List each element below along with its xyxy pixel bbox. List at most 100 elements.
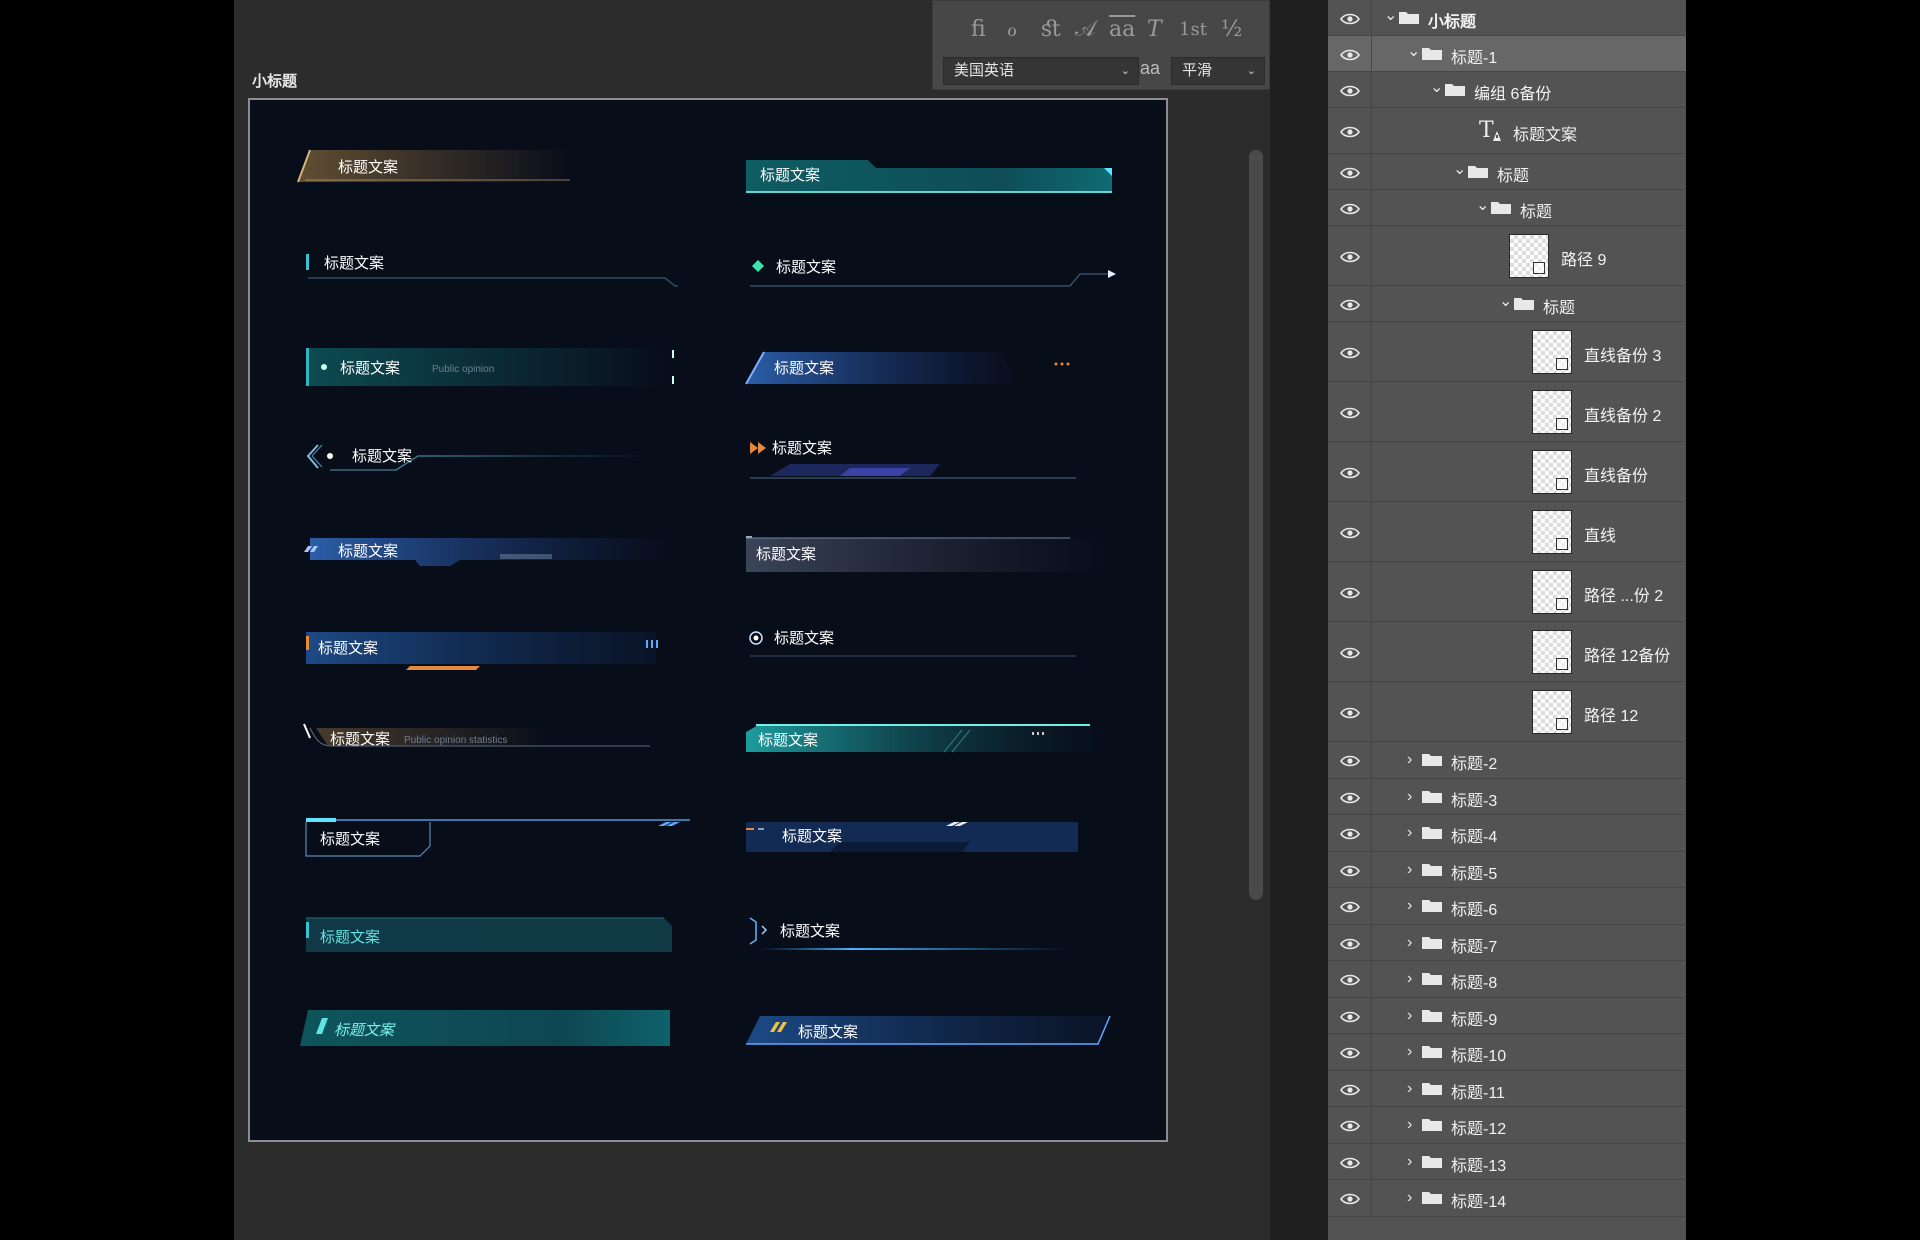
layer-name: 直线备份 [1584, 468, 1649, 485]
eye-icon[interactable] [1340, 900, 1360, 913]
layer-row[interactable]: › 标题-10 [1328, 1034, 1686, 1071]
layer-row[interactable]: 直线备份 3 [1328, 322, 1686, 382]
chevron-down-icon: ⌄ [1246, 65, 1256, 77]
layer-row[interactable]: › 标题-8 [1328, 961, 1686, 998]
discretionary-ligature-button[interactable]: ﬆ [1041, 17, 1062, 42]
layer-row[interactable]: ⌄ 标题 [1328, 190, 1686, 226]
layer-row[interactable]: › 标题-14 [1328, 1180, 1686, 1217]
eye-icon[interactable] [1340, 250, 1360, 263]
chevron-down-icon[interactable]: ⌄ [1430, 77, 1443, 97]
eye-icon[interactable] [1340, 202, 1360, 215]
eye-icon[interactable] [1340, 586, 1360, 599]
eye-icon[interactable] [1340, 1046, 1360, 1059]
layer-row[interactable]: 直线备份 [1328, 442, 1686, 502]
title-text: 标题文案 [320, 928, 380, 946]
layer-name: 标题-1 [1451, 50, 1498, 67]
chevron-right-icon[interactable]: › [1407, 751, 1412, 769]
eye-icon[interactable] [1340, 12, 1360, 25]
layer-row[interactable]: ⌄ 小标题 [1328, 0, 1686, 36]
eye-icon[interactable] [1340, 84, 1360, 97]
old-style-button[interactable]: ℴ [1007, 17, 1017, 42]
layer-row[interactable]: › 标题-11 [1328, 1070, 1686, 1107]
layer-row[interactable]: › 标题-5 [1328, 851, 1686, 888]
eye-icon[interactable] [1340, 1083, 1360, 1096]
eye-icon[interactable] [1340, 706, 1360, 719]
chevron-right-icon[interactable]: › [1407, 1007, 1412, 1025]
layer-row[interactable]: ⌄ 标题-1 [1328, 36, 1686, 72]
chevron-right-icon[interactable]: › [1407, 1043, 1412, 1061]
layer-row[interactable]: › 标题-13 [1328, 1143, 1686, 1180]
layer-row[interactable]: 路径 12备份 [1328, 622, 1686, 682]
eye-icon[interactable] [1340, 646, 1360, 659]
eye-icon[interactable] [1340, 526, 1360, 539]
title-style-18: 标题文案 [749, 917, 1070, 950]
layer-row[interactable]: 直线 [1328, 502, 1686, 562]
eye-icon[interactable] [1340, 791, 1360, 804]
layer-row[interactable]: 路径 12 [1328, 682, 1686, 742]
chevron-down-icon[interactable]: ⌄ [1384, 5, 1397, 25]
layer-row[interactable]: T 标题文案 [1328, 108, 1686, 154]
fractions-button[interactable]: ½ [1221, 17, 1242, 42]
antialias-dropdown[interactable]: 平滑 ⌄ [1171, 57, 1265, 85]
eye-icon[interactable] [1340, 1010, 1360, 1023]
layer-row[interactable]: ⌄ 标题 [1328, 154, 1686, 190]
layer-row[interactable]: ⌄ 标题 [1328, 286, 1686, 322]
layer-row[interactable]: › 标题-6 [1328, 888, 1686, 925]
eye-icon[interactable] [1340, 754, 1360, 767]
scrollbar-thumb[interactable] [1249, 150, 1263, 900]
folder-icon [1490, 200, 1512, 215]
titling-alternates-button[interactable]: T [1147, 17, 1162, 42]
title-style-1: 标题文案 [297, 149, 570, 183]
chevron-down-icon[interactable]: ⌄ [1453, 159, 1466, 179]
eye-icon[interactable] [1340, 973, 1360, 986]
eye-icon[interactable] [1340, 1156, 1360, 1169]
chevron-right-icon[interactable]: › [1407, 861, 1412, 879]
artboard[interactable]: 标题文案 标题文案 标题文案 标题文案 标题文案 Public opinion [248, 98, 1168, 1142]
chevron-down-icon[interactable]: ⌄ [1476, 195, 1489, 215]
layer-row[interactable]: ⌄ 编组 6备份 [1328, 72, 1686, 108]
layers-panel[interactable]: ⌄ 小标题 ⌄ 标题-1 ⌄ 编组 6备份 T 标题文案 ⌄ 标题 ⌄ 标题 路径 9 ⌄ 标题 直线备份 3… [1328, 0, 1686, 1240]
eye-icon[interactable] [1340, 346, 1360, 359]
chevron-right-icon[interactable]: › [1407, 1116, 1412, 1134]
layer-row[interactable]: 路径 9 [1328, 226, 1686, 286]
layer-row[interactable]: › 标题-4 [1328, 815, 1686, 852]
stylistic-alternates-button[interactable]: aa [1109, 17, 1135, 42]
eye-icon[interactable] [1340, 166, 1360, 179]
swash-button[interactable]: 𝒜 [1075, 17, 1096, 42]
eye-icon[interactable] [1340, 298, 1360, 311]
chevron-right-icon[interactable]: › [1407, 934, 1412, 952]
ligature-button[interactable]: ﬁ [971, 17, 986, 42]
language-dropdown[interactable]: 美国英语 ⌄ [943, 57, 1139, 85]
eye-icon[interactable] [1340, 827, 1360, 840]
eye-icon[interactable] [1340, 406, 1360, 419]
layer-row[interactable]: 路径 ...份 2 [1328, 562, 1686, 622]
chevron-down-icon[interactable]: ⌄ [1407, 41, 1420, 61]
layer-name: 路径 ...份 2 [1584, 588, 1664, 605]
title-style-18b: 标题文案 [300, 1010, 670, 1046]
eye-icon[interactable] [1340, 937, 1360, 950]
layer-name: 直线备份 3 [1584, 348, 1662, 365]
eye-icon[interactable] [1340, 1192, 1360, 1205]
chevron-right-icon[interactable]: › [1407, 788, 1412, 806]
layer-row[interactable]: › 标题-12 [1328, 1107, 1686, 1144]
text-layer-icon: T [1477, 117, 1505, 150]
chevron-right-icon[interactable]: › [1407, 1153, 1412, 1171]
eye-icon[interactable] [1340, 864, 1360, 877]
chevron-down-icon: ⌄ [1120, 65, 1130, 77]
layer-row[interactable]: › 标题-7 [1328, 924, 1686, 961]
chevron-right-icon[interactable]: › [1407, 1189, 1412, 1207]
layer-row[interactable]: › 标题-9 [1328, 997, 1686, 1034]
layer-row[interactable]: › 标题-3 [1328, 778, 1686, 815]
ordinals-button[interactable]: 1st [1179, 19, 1207, 40]
eye-icon[interactable] [1340, 125, 1360, 138]
chevron-right-icon[interactable]: › [1407, 1080, 1412, 1098]
chevron-right-icon[interactable]: › [1407, 824, 1412, 842]
chevron-down-icon[interactable]: ⌄ [1499, 291, 1512, 311]
eye-icon[interactable] [1340, 48, 1360, 61]
eye-icon[interactable] [1340, 1119, 1360, 1132]
eye-icon[interactable] [1340, 466, 1360, 479]
chevron-right-icon[interactable]: › [1407, 970, 1412, 988]
layer-row[interactable]: › 标题-2 [1328, 742, 1686, 779]
layer-row[interactable]: 直线备份 2 [1328, 382, 1686, 442]
chevron-right-icon[interactable]: › [1407, 897, 1412, 915]
